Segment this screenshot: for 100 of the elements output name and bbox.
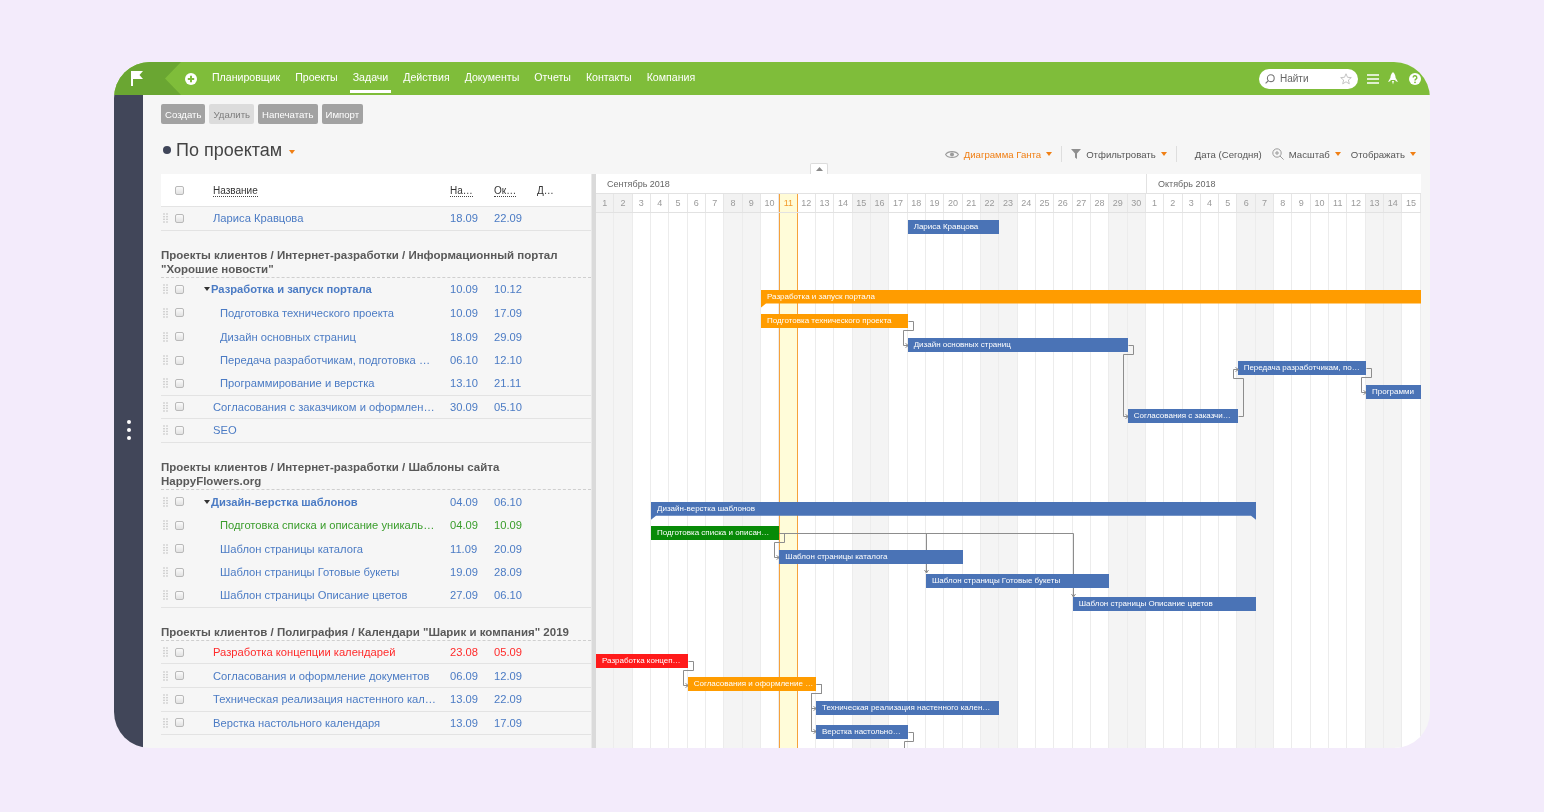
drag-handle-icon[interactable]	[163, 670, 168, 681]
help-icon[interactable]	[1409, 72, 1421, 85]
view-control[interactable]: Отображать	[1350, 146, 1416, 162]
start-date: 27.09	[450, 589, 478, 602]
checkbox[interactable]	[175, 425, 184, 435]
caret-icon[interactable]	[204, 287, 210, 292]
day-cell: 11	[1329, 194, 1348, 212]
drag-handle-icon[interactable]	[163, 590, 168, 601]
drag-handle-icon[interactable]	[163, 496, 168, 507]
collapse-button[interactable]	[810, 163, 828, 174]
drag-handle-icon[interactable]	[163, 378, 168, 389]
drag-handle-icon[interactable]	[163, 425, 168, 436]
checkbox[interactable]	[175, 497, 184, 507]
task-name-link[interactable]: Шаблон страницы Готовые букеты	[220, 566, 400, 579]
task-name-link[interactable]: Техническая реализация настенного кал…	[213, 693, 437, 706]
view-control[interactable]: Дата (Сегодня)	[1194, 146, 1262, 162]
start-date: 13.09	[450, 693, 478, 706]
checkbox[interactable]	[175, 544, 184, 554]
search-field[interactable]: Найти	[1259, 68, 1358, 89]
task-name-link[interactable]: Разработка и запуск портала	[211, 283, 372, 296]
task-name-link[interactable]: Согласования и оформление документов	[213, 669, 430, 682]
drag-handle-icon[interactable]	[163, 355, 168, 366]
checkbox[interactable]	[175, 332, 184, 342]
toolbar-button[interactable]: Напечатать	[258, 104, 318, 124]
nav-tab[interactable]: Планировщик	[209, 62, 284, 93]
nav-tab[interactable]: Задачи	[349, 62, 392, 93]
task-name-link[interactable]: Шаблон страницы каталога	[220, 542, 363, 555]
nav-tab[interactable]: Документы	[461, 62, 523, 93]
more-icon[interactable]	[126, 420, 131, 440]
task-name-link[interactable]: Дизайн основных страниц	[220, 330, 356, 343]
pane-splitter[interactable]	[591, 174, 596, 748]
task-name-link[interactable]: SEO	[213, 424, 237, 437]
drag-handle-icon[interactable]	[163, 213, 168, 224]
checkbox[interactable]	[175, 567, 184, 577]
nav-tab[interactable]: Действия	[400, 62, 453, 93]
task-name-link[interactable]: Лариса Кравцова	[213, 212, 304, 225]
nav-tab[interactable]: Контакты	[582, 62, 635, 93]
gantt-bar[interactable]: Согласования и оформление …	[687, 677, 816, 692]
checkbox[interactable]	[175, 185, 184, 195]
checkbox[interactable]	[175, 284, 184, 294]
drag-handle-icon[interactable]	[163, 401, 168, 412]
flag-logo-icon[interactable]	[114, 62, 181, 95]
checkbox[interactable]	[175, 671, 184, 681]
gantt-bar[interactable]: Подготовка списка и описан…	[651, 526, 780, 541]
drag-handle-icon[interactable]	[163, 520, 168, 531]
start-date: 10.09	[450, 283, 478, 296]
drag-handle-icon[interactable]	[163, 717, 168, 728]
drag-handle-icon[interactable]	[163, 284, 168, 295]
gantt-bar[interactable]: Шаблон страницы Описание цветов	[1072, 597, 1256, 612]
task-name-link[interactable]: Подготовка списка и описание уникаль…	[220, 519, 435, 532]
checkbox[interactable]	[175, 355, 184, 365]
task-name-link[interactable]: Шаблон страницы Описание цветов	[220, 589, 408, 602]
gantt-bar[interactable]: Лариса Кравцова	[907, 220, 1000, 234]
start-date: 06.09	[450, 669, 478, 682]
view-control[interactable]: Масштаб	[1271, 146, 1341, 162]
column-header[interactable]: На…	[450, 184, 473, 197]
checkbox[interactable]	[175, 213, 184, 223]
column-header[interactable]: Название	[213, 184, 258, 197]
star-icon[interactable]	[1340, 72, 1352, 85]
view-selector[interactable]: По проектам	[176, 138, 296, 162]
nav-tab[interactable]: Отчеты	[531, 62, 574, 93]
task-name-link[interactable]: Разработка концепции календарей	[213, 646, 396, 658]
nav-tab[interactable]: Проекты	[292, 62, 341, 93]
dot-icon	[163, 146, 171, 154]
caret-icon[interactable]	[204, 499, 210, 504]
checkbox[interactable]	[175, 647, 184, 657]
drag-handle-icon[interactable]	[163, 567, 168, 578]
plus-icon[interactable]	[185, 72, 197, 85]
toolbar-button[interactable]: Импорт	[321, 104, 364, 124]
task-name-link[interactable]: Согласования с заказчиком и оформлен…	[213, 400, 435, 413]
task-name-link[interactable]: Дизайн-верстка шаблонов	[211, 495, 358, 508]
checkbox[interactable]	[175, 520, 184, 530]
toolbar-button[interactable]: Создать	[161, 104, 206, 124]
drag-handle-icon[interactable]	[163, 694, 168, 705]
checkbox[interactable]	[175, 590, 184, 600]
drag-handle-icon[interactable]	[163, 308, 168, 318]
checkbox[interactable]	[175, 378, 184, 388]
day-cell: 12	[797, 194, 816, 212]
day-cell: 27	[1072, 194, 1091, 212]
checkbox[interactable]	[175, 402, 184, 412]
drag-handle-icon[interactable]	[163, 647, 168, 657]
nav-tab[interactable]: Компания	[643, 62, 699, 93]
task-name-link[interactable]: Верстка настольного календаря	[213, 716, 381, 729]
gantt-bar[interactable]: Передача разработчикам, по…	[1237, 361, 1366, 376]
task-name-link[interactable]: Передача разработчикам, подготовка …	[220, 354, 431, 367]
rocket-icon[interactable]	[1388, 72, 1398, 85]
checkbox[interactable]	[175, 718, 184, 728]
drag-handle-icon[interactable]	[163, 331, 168, 342]
view-control[interactable]: Отфильтровать	[1071, 146, 1167, 162]
menu-icon[interactable]	[1367, 73, 1379, 84]
task-name-link[interactable]: Программирование и верстка	[220, 377, 375, 390]
end-date: 28.09	[494, 566, 522, 579]
column-header[interactable]: Ок…	[494, 184, 517, 197]
drag-handle-icon[interactable]	[163, 543, 168, 554]
view-control[interactable]: Диаграмма Ганта	[944, 146, 1053, 162]
day-cell: 10	[1310, 194, 1330, 212]
gantt-bar[interactable]: Подготовка технического проекта	[761, 314, 908, 329]
checkbox[interactable]	[175, 694, 184, 704]
checkbox[interactable]	[175, 308, 184, 318]
task-name-link[interactable]: Подготовка технического проекта	[220, 307, 394, 319]
